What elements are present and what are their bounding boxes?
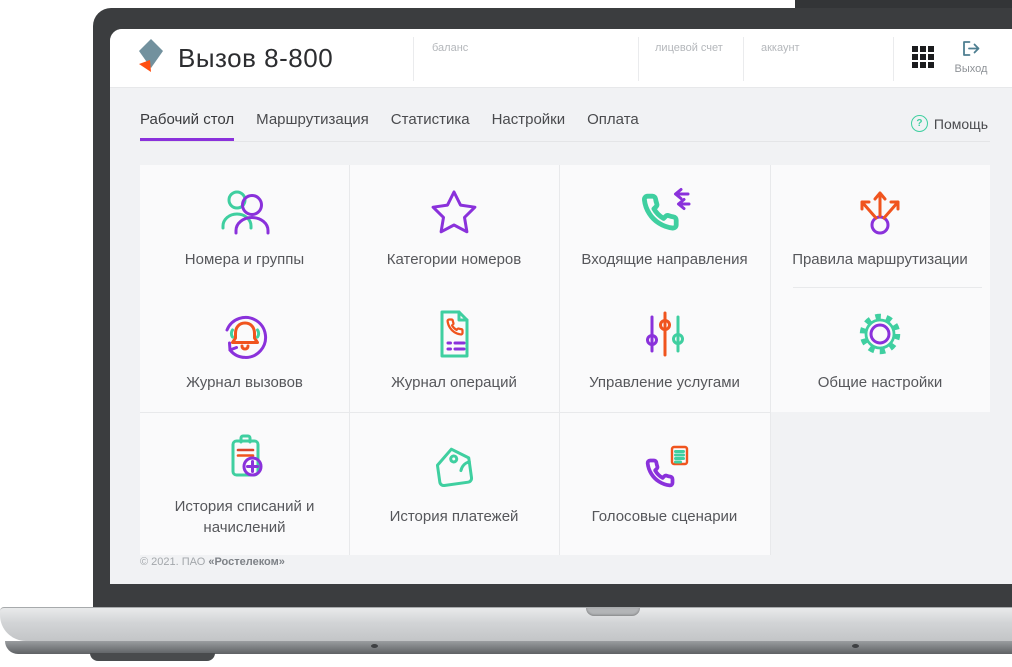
tile-numbers-groups[interactable]: Номера и группы — [140, 165, 349, 287]
routing-arrows-icon — [860, 191, 900, 234]
laptop-screw — [852, 644, 859, 648]
tab-routing[interactable]: Маршрутизация — [256, 111, 369, 141]
tile-incoming-directions[interactable]: Входящие направления — [559, 165, 770, 287]
tile-call-log[interactable]: Журнал вызовов — [140, 287, 349, 412]
tab-desktop[interactable]: Рабочий стол — [140, 111, 235, 141]
logout-label: Выход — [954, 63, 988, 75]
help-label: Помощь — [933, 115, 988, 132]
company-name: «Ростелеком» — [208, 556, 285, 568]
tile-label: Номера и группы — [184, 250, 305, 268]
rostelecom-logo-icon — [139, 39, 163, 72]
tile-payments-history[interactable]: История платежей — [349, 412, 559, 555]
tile-label: Управление услугами — [589, 374, 740, 391]
grid-apps-icon[interactable] — [912, 46, 934, 68]
tab-settings[interactable]: Настройки — [492, 111, 566, 141]
incoming-call-icon — [641, 187, 690, 230]
tile-label: Правила маршрутизации — [792, 250, 968, 268]
tile-voice-scenarios[interactable]: Голосовые сценарии — [559, 412, 770, 555]
operations-doc-icon — [440, 310, 469, 358]
laptop-lid-notch — [586, 608, 640, 616]
copyright-text: © 2021. ПАО — [140, 556, 209, 568]
account-label: аккаунт — [761, 42, 800, 54]
tile-label: История списаний и начислений — [174, 497, 315, 536]
tile-service-management[interactable]: Управление услугами — [559, 287, 770, 412]
laptop-screw — [371, 644, 378, 648]
tab-statistics[interactable]: Статистика — [391, 111, 470, 141]
tile-label: Входящие направления — [581, 250, 748, 268]
app-title: Вызов 8-800 — [178, 42, 334, 73]
tile-label: Журнал операций — [391, 374, 517, 391]
help-question-icon — [910, 115, 928, 132]
help-link[interactable]: Помощь — [910, 115, 988, 132]
balance-label: баланс — [432, 42, 469, 54]
tile-routing-rules[interactable]: Правила маршрутизации — [770, 165, 990, 287]
users-icon — [221, 190, 269, 234]
header-divider — [413, 37, 414, 81]
main-nav: Рабочий стол Маршрутизация Статистика На… — [140, 99, 990, 142]
tile-label: История платежей — [389, 508, 519, 525]
exit-icon — [963, 41, 980, 56]
tile-charges-history[interactable]: История списаний и начислений — [140, 412, 349, 555]
tile-label: Голосовые сценарии — [591, 508, 738, 525]
voice-script-icon — [645, 445, 688, 488]
header-divider — [638, 37, 639, 81]
app-header: Вызов 8-800 баланс лицевой счет аккаунт — [110, 29, 1012, 88]
call-log-bell-icon — [225, 315, 267, 359]
brand[interactable]: Вызов 8-800 — [138, 33, 333, 83]
clipboard-plus-icon — [231, 434, 262, 476]
sliders-icon — [645, 311, 684, 357]
laptop-base — [0, 607, 1012, 665]
app-screen: Вызов 8-800 баланс лицевой счет аккаунт — [110, 29, 1012, 584]
wallet-icon — [435, 447, 474, 488]
tile-label: Общие настройки — [817, 374, 943, 391]
logout-button[interactable]: Выход — [948, 41, 994, 75]
star-icon — [431, 190, 477, 233]
tile-label: Категории номеров — [386, 250, 522, 268]
header-divider — [893, 37, 894, 81]
tile-label: Журнал вызовов — [186, 374, 303, 391]
copyright: © 2021. ПАО «Ростелеком» — [140, 556, 285, 568]
tile-general-settings[interactable]: Общие настройки — [770, 287, 990, 412]
laptop-base-top — [0, 607, 1012, 641]
laptop-foot — [90, 653, 215, 661]
laptop-mockup: Вызов 8-800 баланс лицевой счет аккаунт — [0, 0, 1012, 667]
tile-operations-log[interactable]: Журнал операций — [349, 287, 559, 412]
header-divider — [743, 37, 744, 81]
tile-number-categories[interactable]: Категории номеров — [349, 165, 559, 287]
tab-payment[interactable]: Оплата — [587, 111, 639, 141]
gear-icon — [859, 313, 901, 355]
account-number-label: лицевой счет — [655, 42, 723, 54]
